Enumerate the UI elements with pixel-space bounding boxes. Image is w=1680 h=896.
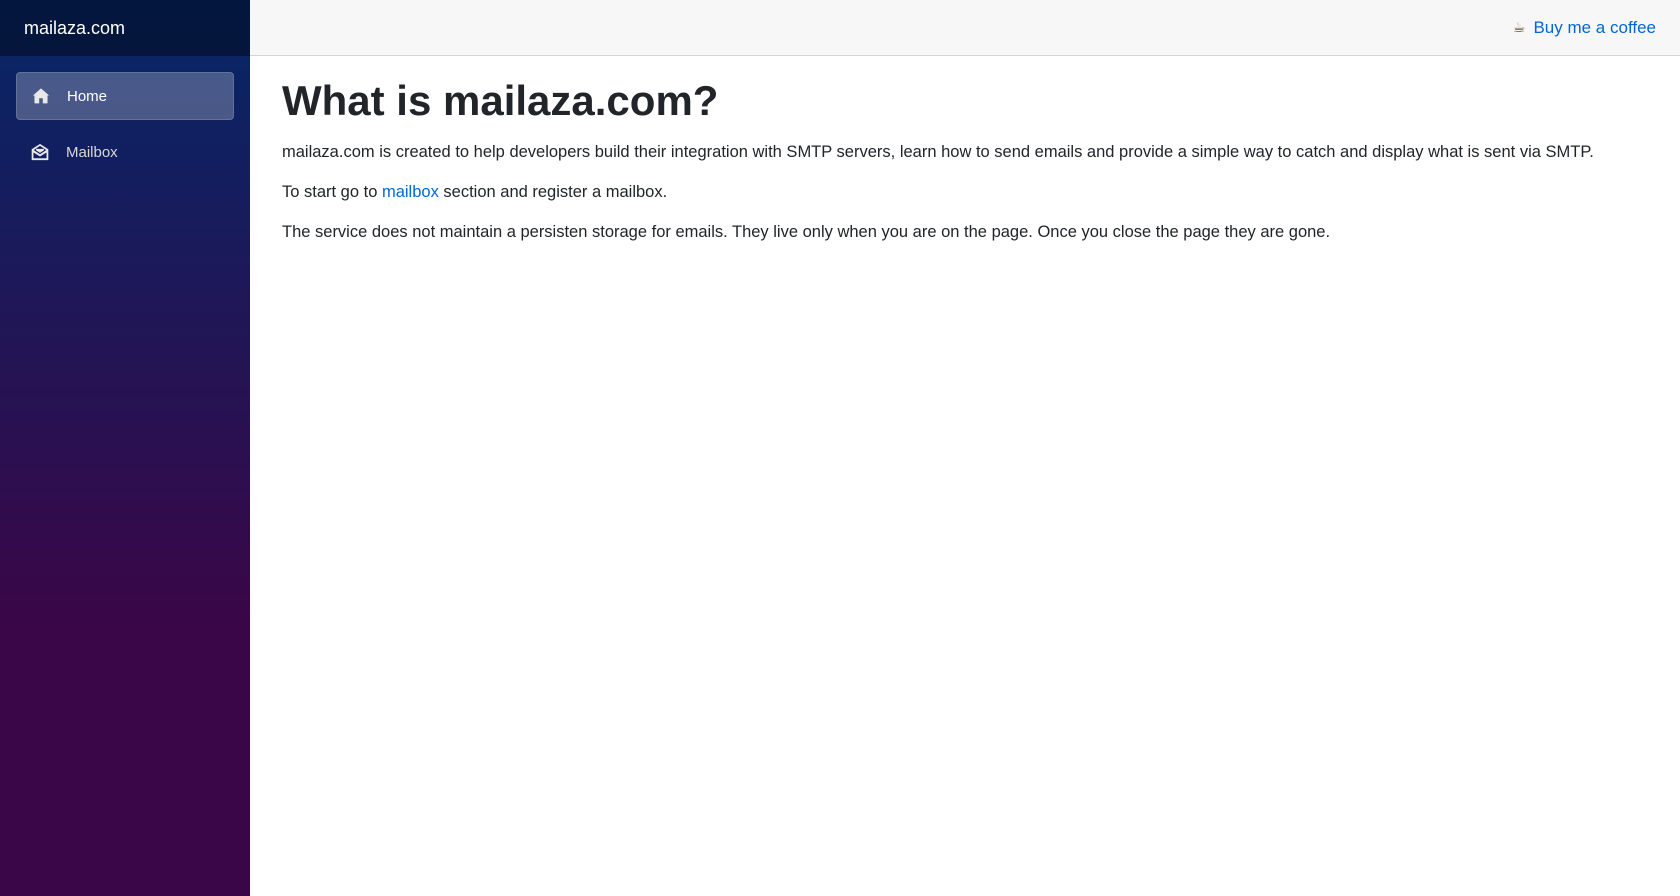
home-icon <box>31 86 51 106</box>
app-root: mailaza.com Home Mailbox ☕ Buy me a coff… <box>0 0 1680 896</box>
intro-paragraph: mailaza.com is created to help developer… <box>282 143 1594 162</box>
sidebar-item-label: Home <box>67 87 108 105</box>
buy-coffee-label: Buy me a coffee <box>1533 17 1656 37</box>
storage-paragraph: The service does not maintain a persiste… <box>282 222 1331 241</box>
start-prefix: To start go to <box>282 183 382 202</box>
sidebar-nav: Home Mailbox <box>0 56 250 176</box>
brand-link[interactable]: mailaza.com <box>24 18 125 39</box>
sidebar-item-label: Mailbox <box>66 143 118 161</box>
mailbox-link[interactable]: mailbox <box>382 183 439 201</box>
buy-coffee-link[interactable]: ☕ Buy me a coffee <box>1513 18 1656 38</box>
sidebar: mailaza.com Home Mailbox <box>0 0 250 896</box>
start-suffix: section and register a mailbox. <box>438 183 668 202</box>
main-area: ☕ Buy me a coffee What is mailaza.com? m… <box>250 0 1680 896</box>
brand-bar: mailaza.com <box>0 0 250 56</box>
coffee-icon: ☕ <box>1512 19 1526 35</box>
mailbox-icon <box>30 142 50 162</box>
top-bar: ☕ Buy me a coffee <box>250 0 1680 56</box>
sidebar-item-home[interactable]: Home <box>16 72 234 120</box>
sidebar-item-mailbox[interactable]: Mailbox <box>16 128 234 176</box>
content: What is mailaza.com? mailaza.com is crea… <box>250 56 1680 280</box>
start-paragraph: To start go to mailbox section and regis… <box>282 180 1648 205</box>
page-title: What is mailaza.com? <box>282 77 719 124</box>
